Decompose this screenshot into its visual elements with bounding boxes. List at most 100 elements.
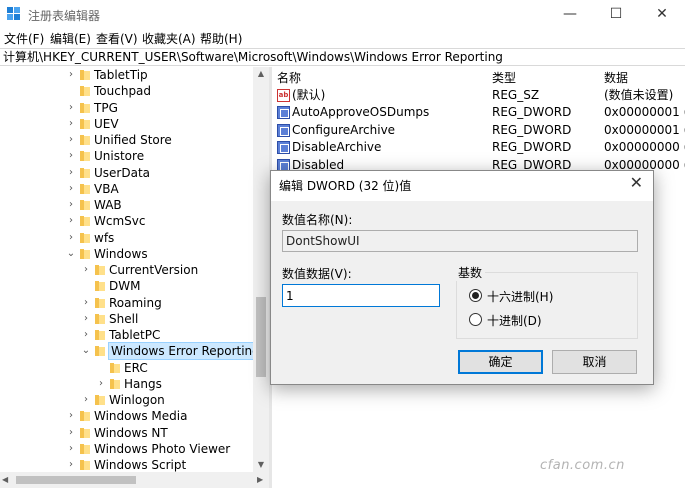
menu-edit[interactable]: 编辑(E)	[50, 30, 91, 47]
hex-radio-label[interactable]: 十六进制(H)	[487, 288, 553, 305]
tree-item[interactable]: › Roaming	[0, 295, 253, 311]
value-name: (默认)	[292, 88, 326, 102]
tree-item[interactable]: › TabletPC	[0, 327, 253, 343]
value-row[interactable]: ConfigureArchive REG_DWORD 0x00000001 (1	[272, 122, 685, 139]
registry-tree[interactable]: › TabletTip Touchpad › TPG › UEV › Unified Store…	[0, 67, 269, 472]
folder-icon	[80, 102, 90, 113]
folder-icon	[80, 118, 90, 129]
tree-vertical-scrollbar[interactable]: ▲ ▼	[253, 67, 269, 472]
folder-icon	[80, 86, 90, 97]
scroll-up-arrow-icon[interactable]: ▲	[253, 67, 269, 81]
column-header-data[interactable]: 数据	[604, 69, 628, 86]
menu-help[interactable]: 帮助(H)	[200, 30, 242, 47]
tree-item[interactable]: › TPG	[0, 100, 253, 116]
scroll-left-arrow-icon[interactable]: ◀	[2, 472, 8, 488]
tree-item-label: DWM	[109, 279, 141, 294]
tree-item-label: TabletTip	[94, 68, 148, 82]
dec-radio[interactable]	[469, 313, 482, 326]
chevron-right-icon[interactable]: ›	[66, 457, 76, 472]
minimize-button[interactable]: —	[547, 0, 593, 29]
tree-item[interactable]: › Windows Photo Viewer	[0, 441, 253, 457]
value-row[interactable]: DisableArchive REG_DWORD 0x00000000 (0	[272, 139, 685, 156]
chevron-right-icon[interactable]: ›	[66, 213, 76, 229]
tree-item[interactable]: › Windows NT	[0, 425, 253, 441]
address-bar[interactable]: 计算机\HKEY_CURRENT_USER\Software\Microsoft…	[0, 48, 685, 66]
tree-item[interactable]: Touchpad	[0, 83, 253, 99]
tree-item[interactable]: › Hangs	[0, 376, 253, 392]
tree-item[interactable]: › Shell	[0, 311, 253, 327]
tree-item[interactable]: › WcmSvc	[0, 213, 253, 229]
chevron-right-icon[interactable]: ›	[66, 100, 76, 116]
dec-radio-label[interactable]: 十进制(D)	[487, 312, 542, 329]
tree-item[interactable]: DWM	[0, 278, 253, 294]
chevron-right-icon[interactable]: ›	[66, 230, 76, 246]
chevron-right-icon[interactable]: ›	[66, 181, 76, 197]
tree-item[interactable]: › UserData	[0, 165, 253, 181]
dword-value-icon	[277, 141, 290, 155]
hex-radio[interactable]	[469, 289, 482, 302]
chevron-right-icon[interactable]: ›	[81, 392, 91, 408]
chevron-right-icon[interactable]: ›	[66, 165, 76, 181]
tree-item[interactable]: › VBA	[0, 181, 253, 197]
tree-item[interactable]: › Winlogon	[0, 392, 253, 408]
tree-item[interactable]: ERC	[0, 360, 253, 376]
tree-item[interactable]: › TabletTip	[0, 67, 253, 83]
tree-item[interactable]: ⌄ Windows	[0, 246, 253, 262]
tree-item[interactable]: › Windows Script	[0, 457, 253, 472]
chevron-right-icon[interactable]: ›	[66, 132, 76, 148]
tree-item[interactable]: › wfs	[0, 230, 253, 246]
folder-icon	[80, 200, 90, 210]
tree-item-label: Touchpad	[94, 84, 152, 99]
value-row[interactable]: AutoApproveOSDumps REG_DWORD 0x00000001 (1	[272, 104, 685, 121]
ok-button[interactable]: 确定	[458, 350, 543, 374]
chevron-right-icon[interactable]: ›	[81, 262, 91, 278]
tree-item[interactable]: › CurrentVersion	[0, 262, 253, 278]
chevron-right-icon[interactable]: ›	[81, 295, 91, 311]
folder-icon	[80, 411, 90, 422]
menu-favorites[interactable]: 收藏夹(A)	[142, 30, 196, 47]
tree-item[interactable]: › Windows Media	[0, 408, 253, 424]
value-row[interactable]: ab (默认) REG_SZ (数值未设置)	[272, 87, 685, 104]
chevron-right-icon[interactable]: ›	[66, 408, 76, 424]
base-groupbox	[456, 272, 638, 339]
chevron-right-icon[interactable]: ›	[66, 425, 76, 441]
scroll-right-arrow-icon[interactable]: ▶	[257, 472, 263, 488]
chevron-right-icon[interactable]: ›	[66, 148, 76, 164]
chevron-down-icon[interactable]: ⌄	[66, 246, 76, 262]
tree-item-label: TPG	[94, 100, 118, 115]
tree-item-label: Winlogon	[109, 393, 165, 407]
chevron-right-icon[interactable]: ›	[66, 197, 76, 213]
value-name: ConfigureArchive	[292, 122, 396, 137]
column-header-name[interactable]: 名称	[277, 69, 301, 86]
folder-icon	[95, 346, 105, 357]
tree-hscroll-thumb[interactable]	[16, 476, 136, 484]
maximize-button[interactable]: ☐	[593, 0, 639, 29]
tree-item[interactable]: › Unified Store	[0, 132, 253, 148]
chevron-right-icon[interactable]: ›	[66, 441, 76, 457]
menu-file[interactable]: 文件(F)	[4, 30, 44, 47]
tree-item[interactable]: › WAB	[0, 197, 253, 213]
chevron-down-icon[interactable]: ⌄	[81, 343, 91, 359]
chevron-right-icon[interactable]: ›	[66, 116, 76, 132]
tree-horizontal-scrollbar[interactable]: ◀ ▶	[0, 472, 269, 488]
tree-scroll-thumb[interactable]	[256, 297, 266, 377]
value-name: DisableArchive	[292, 140, 382, 155]
chevron-right-icon[interactable]: ›	[66, 67, 76, 83]
folder-icon	[80, 183, 90, 194]
folder-icon	[80, 151, 90, 162]
scroll-down-arrow-icon[interactable]: ▼	[253, 458, 269, 472]
tree-item[interactable]: ⌄ Windows Error Reporting	[0, 342, 263, 361]
chevron-right-icon[interactable]: ›	[81, 311, 91, 327]
column-header-type[interactable]: 类型	[492, 69, 516, 86]
value-data-input[interactable]	[282, 284, 440, 307]
tree-item[interactable]: › Unistore	[0, 148, 253, 164]
chevron-right-icon[interactable]: ›	[81, 327, 91, 343]
cancel-button[interactable]: 取消	[552, 350, 637, 374]
tree-item[interactable]: › UEV	[0, 116, 253, 132]
dialog-close-icon[interactable]: ✕	[630, 173, 643, 192]
menu-view[interactable]: 查看(V)	[96, 30, 138, 47]
tree-item-label: CurrentVersion	[109, 263, 199, 277]
close-button[interactable]: ✕	[639, 0, 685, 29]
regedit-app-icon	[7, 7, 21, 21]
chevron-right-icon[interactable]: ›	[96, 376, 106, 392]
